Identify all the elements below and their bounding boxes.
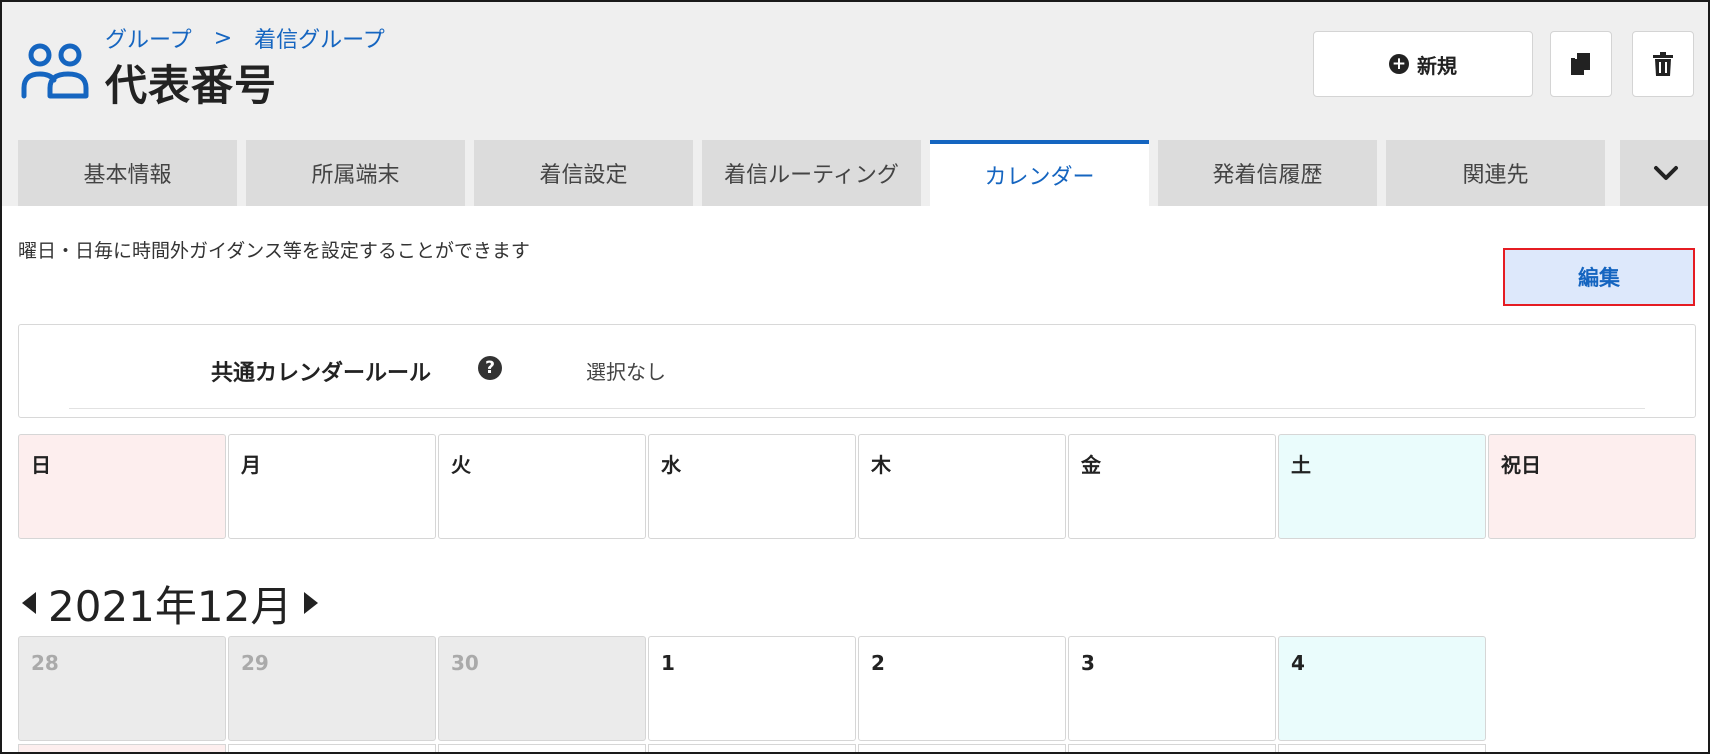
page-title: 代表番号 [105, 61, 278, 110]
weekday-cell-thursday[interactable]: 木 [858, 434, 1066, 539]
tab-member-devices[interactable]: 所属端末 [246, 140, 465, 206]
calendar-day-cell[interactable]: 3 [1068, 636, 1276, 741]
calendar-day-cell[interactable]: 28 [18, 636, 226, 741]
month-label: 2021年12月 [48, 581, 293, 631]
calendar-day-cell-partial[interactable] [18, 744, 226, 752]
copy-button[interactable] [1550, 31, 1612, 97]
weekday-cell-saturday[interactable]: 土 [1278, 434, 1486, 539]
calendar-day-cell-partial[interactable] [648, 744, 856, 752]
common-calendar-rule-value: 選択なし [586, 360, 666, 384]
weekday-cell-wednesday[interactable]: 水 [648, 434, 856, 539]
weekday-cell-tuesday[interactable]: 火 [438, 434, 646, 539]
weekday-cell-holiday[interactable]: 祝日 [1488, 434, 1696, 539]
tab-incoming-routing[interactable]: 着信ルーティング [702, 140, 921, 206]
weekday-cell-friday[interactable]: 金 [1068, 434, 1276, 539]
new-button-label: 新規 [1417, 53, 1457, 78]
page-header: グループ > 着信グループ 代表番号 + 新規 基本情報 所属端末 着信設定 着… [2, 2, 1708, 206]
calendar-day-cell-partial[interactable] [228, 744, 436, 752]
rule-divider [69, 408, 1645, 409]
month-navigation: 2021年12月 [22, 577, 319, 631]
prev-month-icon[interactable] [22, 592, 36, 614]
calendar-day-cell[interactable]: 2 [858, 636, 1066, 741]
common-calendar-rule-label: 共通カレンダールール [211, 361, 432, 386]
chevron-down-icon [1654, 166, 1678, 180]
group-icon [21, 43, 89, 99]
next-month-icon[interactable] [304, 592, 319, 614]
breadcrumb: グループ > 着信グループ [105, 22, 385, 54]
breadcrumb-current-link[interactable]: 着信グループ [254, 22, 385, 54]
weekday-cell-sunday[interactable]: 日 [18, 434, 226, 539]
app-frame: グループ > 着信グループ 代表番号 + 新規 基本情報 所属端末 着信設定 着… [0, 0, 1710, 754]
calendar-day-cell-partial[interactable] [1068, 744, 1276, 752]
calendar-day-cell-partial[interactable] [858, 744, 1066, 752]
delete-button[interactable] [1632, 31, 1694, 97]
breadcrumb-parent-link[interactable]: グループ [105, 22, 192, 54]
tab-incoming-settings[interactable]: 着信設定 [474, 140, 693, 206]
weekday-cell-monday[interactable]: 月 [228, 434, 436, 539]
calendar-day-cell-partial[interactable] [438, 744, 646, 752]
tab-basic-info[interactable]: 基本情報 [18, 140, 237, 206]
tab-call-history[interactable]: 発着信履歴 [1158, 140, 1377, 206]
calendar-day-cell[interactable]: 4 [1278, 636, 1486, 741]
breadcrumb-separator: > [213, 25, 233, 51]
edit-button[interactable]: 編集 [1503, 248, 1695, 306]
calendar-day-cell-partial[interactable] [1278, 744, 1486, 752]
weekday-settings-row: 日 月 火 水 木 金 土 祝日 [18, 434, 1696, 539]
calendar-day-cell[interactable]: 29 [228, 636, 436, 741]
calendar-description: 曜日・日毎に時間外ガイダンス等を設定することができます [18, 240, 530, 262]
trash-icon [1653, 52, 1673, 76]
new-button[interactable]: + 新規 [1313, 31, 1533, 97]
common-calendar-rule-panel: 共通カレンダールール ? 選択なし [18, 324, 1696, 418]
help-icon[interactable]: ? [478, 356, 502, 380]
tab-related[interactable]: 関連先 [1386, 140, 1605, 206]
calendar-next-week-row [18, 744, 1486, 752]
copy-icon [1571, 53, 1590, 75]
calendar-week-row: 28 29 30 1 2 3 4 [18, 636, 1486, 741]
plus-circle-icon: + [1389, 54, 1409, 74]
calendar-day-cell[interactable]: 30 [438, 636, 646, 741]
tab-bar: 基本情報 所属端末 着信設定 着信ルーティング カレンダー 発着信履歴 関連先 [18, 140, 1605, 206]
calendar-day-cell[interactable]: 1 [648, 636, 856, 741]
more-tabs-button[interactable] [1620, 140, 1708, 206]
tab-calendar[interactable]: カレンダー [930, 140, 1149, 206]
